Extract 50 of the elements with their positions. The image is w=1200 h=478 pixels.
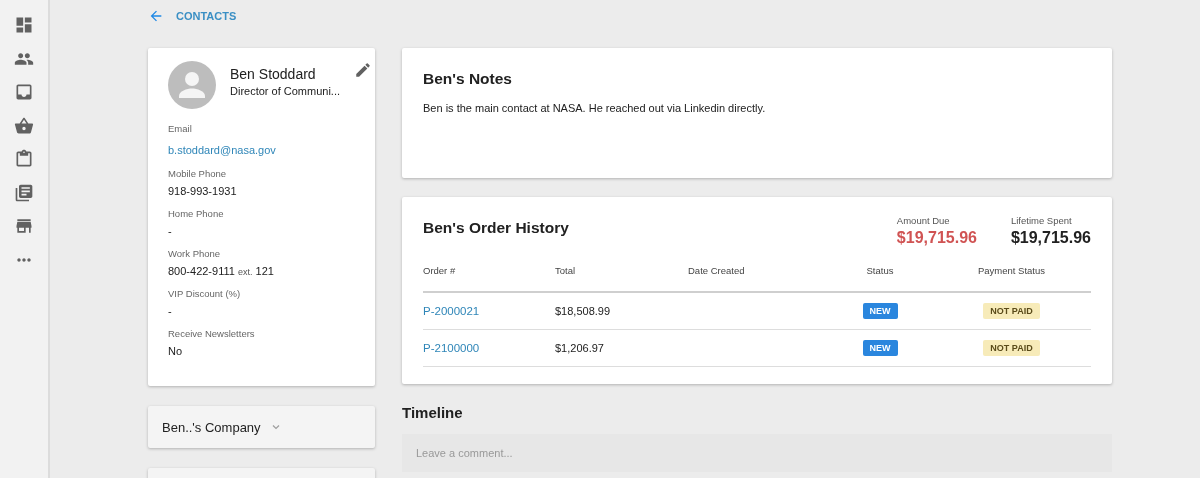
basket-icon[interactable] bbox=[14, 115, 34, 136]
extension-label: ext. bbox=[237, 267, 253, 277]
contact-title: Director of Communi... bbox=[230, 85, 341, 97]
field-label: Work Phone bbox=[168, 248, 222, 259]
summary-label: Amount Due bbox=[896, 215, 951, 226]
store-icon[interactable] bbox=[14, 216, 34, 236]
notes-text: Ben is the main contact at NASA. He reached out via Linkedin directly. bbox=[423, 102, 767, 114]
column-header: Status bbox=[865, 265, 895, 276]
contact-name: Ben Stoddard bbox=[230, 66, 317, 82]
clipboard-icon[interactable] bbox=[14, 149, 34, 169]
summary-label: Lifetime Spent bbox=[1010, 215, 1073, 226]
order-link[interactable]: P-2000021 bbox=[423, 305, 480, 317]
library-icon[interactable] bbox=[14, 182, 34, 203]
comment-field[interactable]: Leave a comment... bbox=[402, 434, 1112, 472]
order-total: $1,206.97 bbox=[555, 342, 604, 354]
field-value: No bbox=[168, 345, 184, 358]
payment-status-badge: NOT PAID bbox=[983, 303, 1040, 319]
status-badge: NEW bbox=[862, 340, 898, 356]
company-panel[interactable]: Ben..'s Company bbox=[148, 406, 375, 448]
column-header: Date Created bbox=[688, 265, 746, 276]
back-arrow-icon bbox=[148, 8, 164, 24]
field-label: VIP Discount (%) bbox=[168, 288, 242, 299]
summary-amount: $19,715.96 bbox=[896, 229, 977, 247]
order-link[interactable]: P-2100000 bbox=[423, 342, 480, 354]
pencil-icon[interactable] bbox=[354, 61, 373, 79]
inbox-icon[interactable] bbox=[14, 82, 34, 102]
column-header: Payment Status bbox=[976, 265, 1047, 276]
column-header: Total bbox=[555, 265, 577, 276]
field-value: - bbox=[168, 305, 173, 318]
chevron-icon bbox=[270, 422, 281, 432]
field-value: - bbox=[168, 225, 173, 238]
avatar-icon bbox=[168, 61, 216, 109]
dashboard-icon[interactable] bbox=[14, 15, 34, 35]
order-history-title: Ben's Order History bbox=[423, 218, 569, 237]
summary-amount: $19,715.96 bbox=[1010, 229, 1091, 247]
field-label: Home Phone bbox=[168, 208, 225, 219]
extension-value: 121 bbox=[255, 265, 274, 277]
order-total: $18,508.99 bbox=[555, 305, 611, 317]
field-label: Email bbox=[168, 123, 193, 134]
email-link[interactable]: b.stoddard@nasa.gov bbox=[168, 144, 276, 156]
field-value: 800-422-9111 bbox=[168, 265, 235, 277]
status-badge: NEW bbox=[862, 303, 898, 319]
column-header: Order # bbox=[423, 265, 457, 276]
payment-status-badge: NOT PAID bbox=[983, 340, 1040, 356]
field-label: Receive Newsletters bbox=[168, 328, 256, 339]
field-value: 918-993-1931 bbox=[168, 185, 238, 198]
timeline-title: Timeline bbox=[402, 404, 464, 421]
notes-title: Ben's Notes bbox=[423, 69, 513, 88]
back-link[interactable]: CONTACTS bbox=[148, 8, 237, 24]
field-label: Mobile Phone bbox=[168, 168, 228, 179]
